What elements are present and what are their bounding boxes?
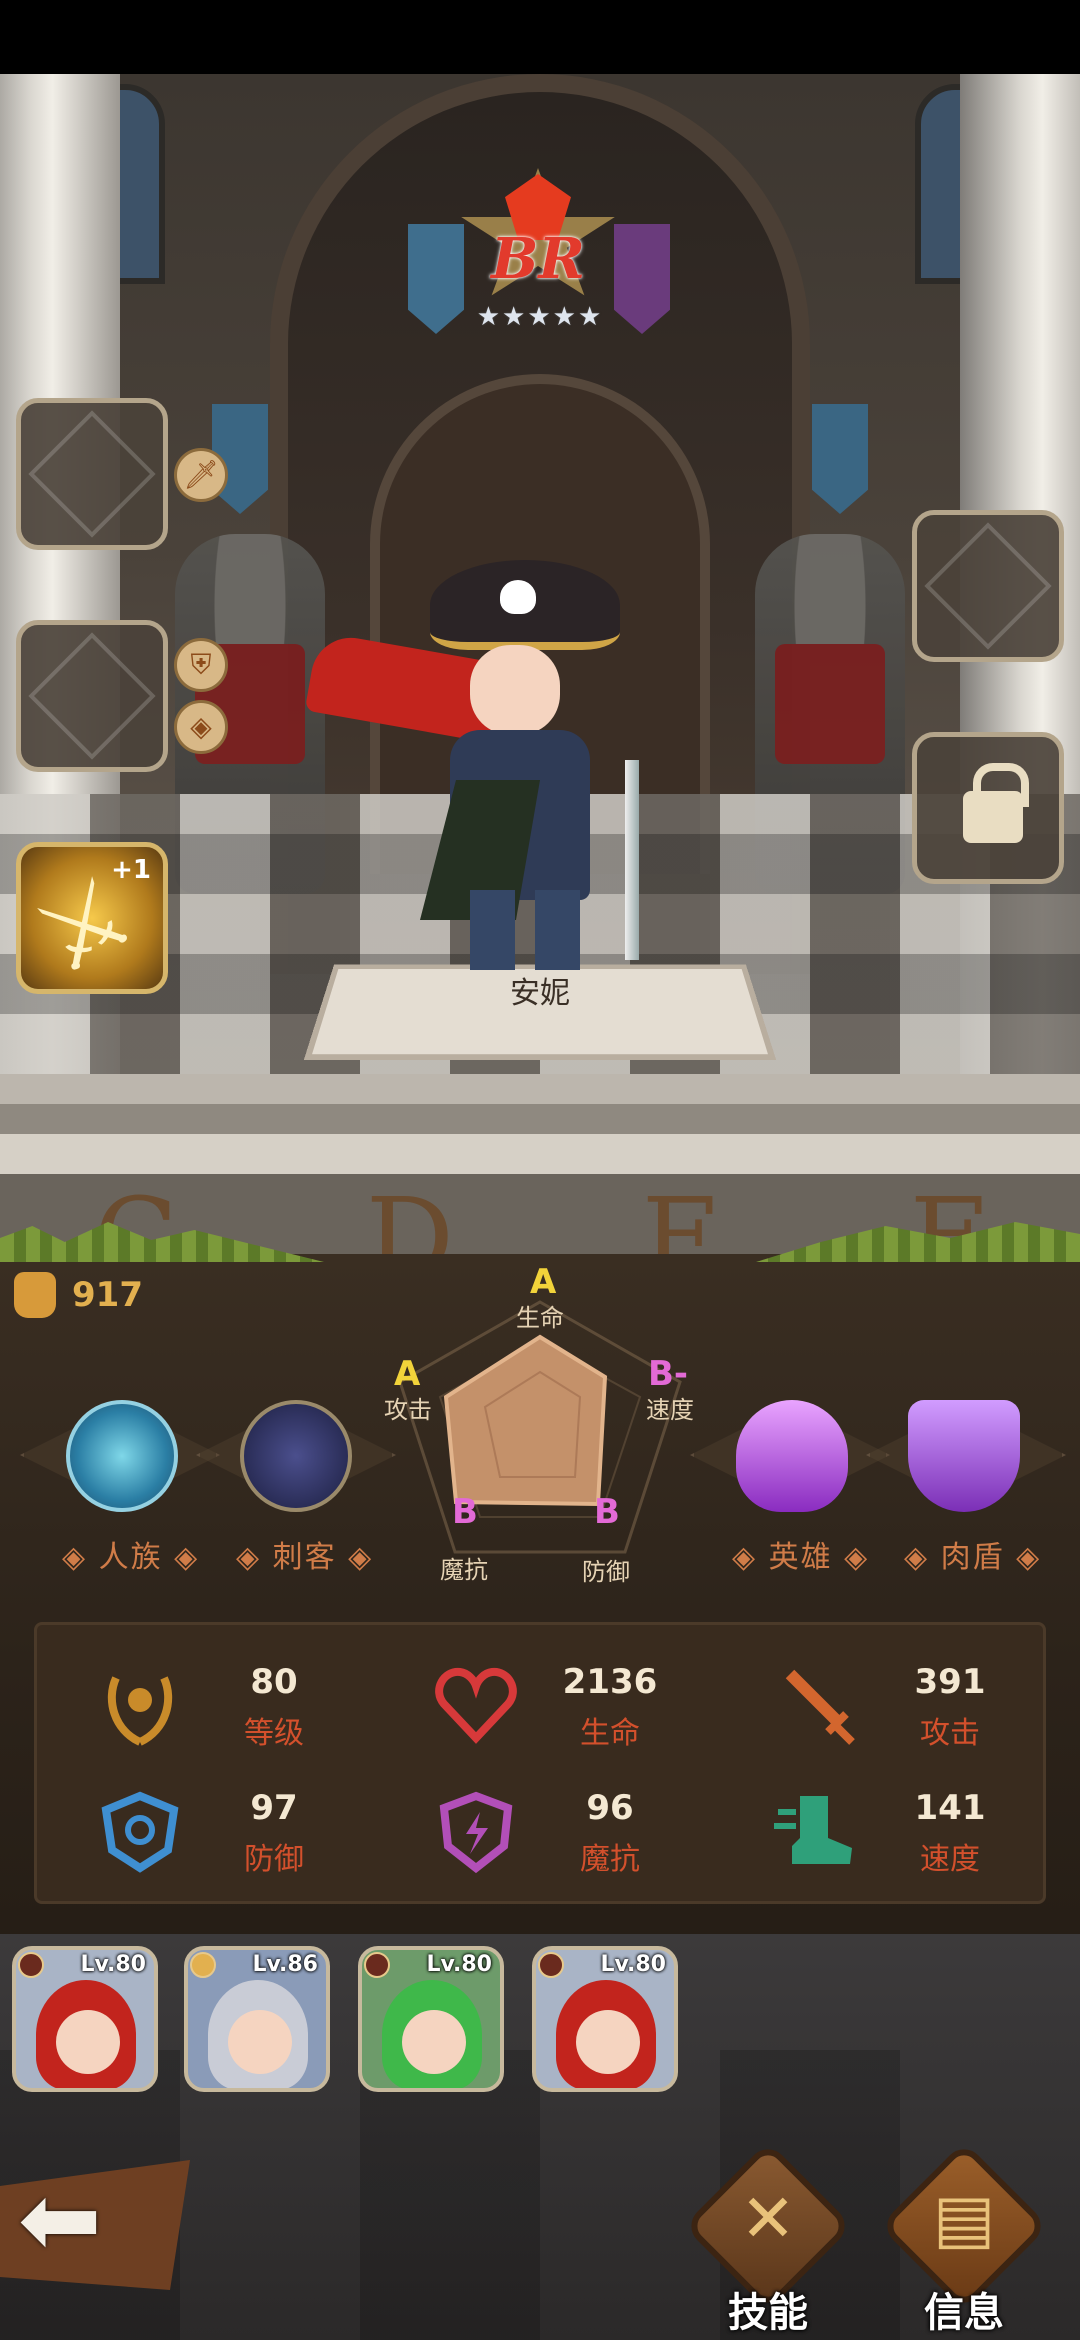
weapon-type-icon: 🗡 — [174, 448, 228, 502]
stat-hp: 2136 生命 — [430, 1656, 730, 1756]
portrait-icon — [240, 1400, 352, 1512]
power-value: 917 — [72, 1275, 143, 1315]
shield-icon — [908, 1400, 1020, 1512]
class-icon — [538, 1952, 564, 1978]
trait-class[interactable]: ◈ 刺客 ◈ — [236, 1400, 374, 1576]
radar-fill — [443, 1334, 608, 1507]
class-icon — [364, 1952, 390, 1978]
enhance-level: +1 — [111, 855, 151, 885]
radar-label-spd: 速度 — [646, 1396, 694, 1424]
status-bar — [0, 0, 1080, 74]
team-card-3[interactable]: Lv.80 — [358, 1946, 504, 2092]
team-card-4[interactable]: Lv.80 — [532, 1946, 678, 2092]
hero-level: Lv.80 — [426, 1952, 492, 1977]
fist-icon — [14, 1272, 56, 1318]
rank-badge[interactable]: BR ★ ★ ★ ★ ★ — [458, 168, 618, 338]
empty-slot-icon — [28, 410, 156, 538]
team-card-1[interactable]: Lv.80 — [12, 1946, 158, 2092]
locked-slot[interactable] — [912, 732, 1064, 884]
radar-label-atk: 攻击 — [384, 1396, 432, 1424]
floor-letter: D — [365, 1174, 454, 1254]
grade-atk: A — [394, 1354, 421, 1394]
lock-icon — [963, 763, 1029, 843]
banner-right — [812, 404, 868, 514]
back-arrow-icon: ⬅ — [18, 2161, 102, 2278]
laurel-icon — [107, 1676, 173, 1746]
equip-slot-3[interactable] — [912, 510, 1064, 662]
radar-label-def: 防御 — [582, 1558, 630, 1586]
skills-button[interactable]: ✕ 技能 — [683, 2141, 853, 2336]
skills-icon: ✕ — [740, 2180, 796, 2257]
skills-label: 技能 — [728, 2290, 808, 2336]
sabre — [625, 760, 639, 960]
hero-level: Lv.80 — [80, 1952, 146, 1977]
equip-slot-2[interactable] — [16, 620, 168, 772]
hero-level: Lv.80 — [600, 1952, 666, 1977]
rank-label: BR — [491, 226, 585, 292]
stat-level: 80 等级 — [94, 1656, 394, 1756]
floor-letter: E — [641, 1174, 723, 1254]
star-icon: ★ — [552, 302, 576, 332]
hero-character[interactable] — [300, 520, 700, 980]
stat-def: 97 防御 — [94, 1782, 394, 1882]
empty-slot-icon — [28, 632, 156, 760]
hero-level: Lv.86 — [252, 1952, 318, 1977]
trait-label: ◈ 英雄 ◈ — [732, 1540, 870, 1575]
radar-label-mres: 魔抗 — [440, 1556, 488, 1584]
radar-label-hp: 生命 — [516, 1304, 564, 1332]
team-card-2[interactable]: Lv.86 — [184, 1946, 330, 2092]
trait-hero[interactable]: ◈ 英雄 ◈ — [732, 1400, 870, 1576]
hero-name: 安妮 — [510, 976, 570, 1011]
stat-atk: 391 攻击 — [770, 1656, 1070, 1756]
boot-icon — [774, 1796, 852, 1864]
trait-label: ◈ 刺客 ◈ — [236, 1540, 374, 1575]
sword-icon — [785, 1669, 855, 1745]
stat-spd: 141 速度 — [770, 1782, 1070, 1882]
heart-icon — [435, 1667, 517, 1744]
grade-spd: B- — [648, 1354, 689, 1394]
grade-mres: B — [452, 1492, 478, 1532]
class-icon — [190, 1952, 216, 1978]
combat-power: 917 — [14, 1272, 143, 1318]
star-icon: ★ — [476, 302, 501, 332]
helmet-icon — [736, 1400, 848, 1512]
stat-mres: 96 魔抗 — [430, 1782, 730, 1882]
magic-shield-icon — [439, 1791, 513, 1874]
rank-stars: ★ ★ ★ ★ ★ — [464, 302, 614, 332]
class-icon — [18, 1952, 44, 1978]
equip-slot-weapon[interactable]: ⚔ +1 — [16, 842, 168, 999]
trait-race[interactable]: ◈ 人族 ◈ — [62, 1400, 200, 1576]
info-button[interactable]: ▤ 信息 — [879, 2141, 1049, 2336]
grade-hp: A — [530, 1262, 557, 1302]
skull-emblem — [500, 580, 536, 614]
armor-type-icon: ⛨ — [174, 638, 228, 692]
empty-slot-icon — [924, 522, 1052, 650]
star-icon: ★ — [527, 302, 551, 332]
armor-icon — [101, 1791, 179, 1873]
trait-tank[interactable]: ◈ 肉盾 ◈ — [904, 1400, 1042, 1576]
star-icon: ★ — [577, 302, 602, 332]
star-icon: ★ — [502, 302, 526, 332]
trait-label: ◈ 人族 ◈ — [62, 1540, 200, 1575]
info-label: 信息 — [924, 2290, 1004, 2336]
grade-def: B — [594, 1492, 620, 1532]
document-icon: ▤ — [932, 2180, 996, 2257]
accessory-type-icon: ◈ — [174, 700, 228, 754]
crown-icon — [66, 1400, 178, 1512]
equip-slot-1[interactable] — [16, 398, 168, 550]
trait-label: ◈ 肉盾 ◈ — [904, 1540, 1042, 1575]
